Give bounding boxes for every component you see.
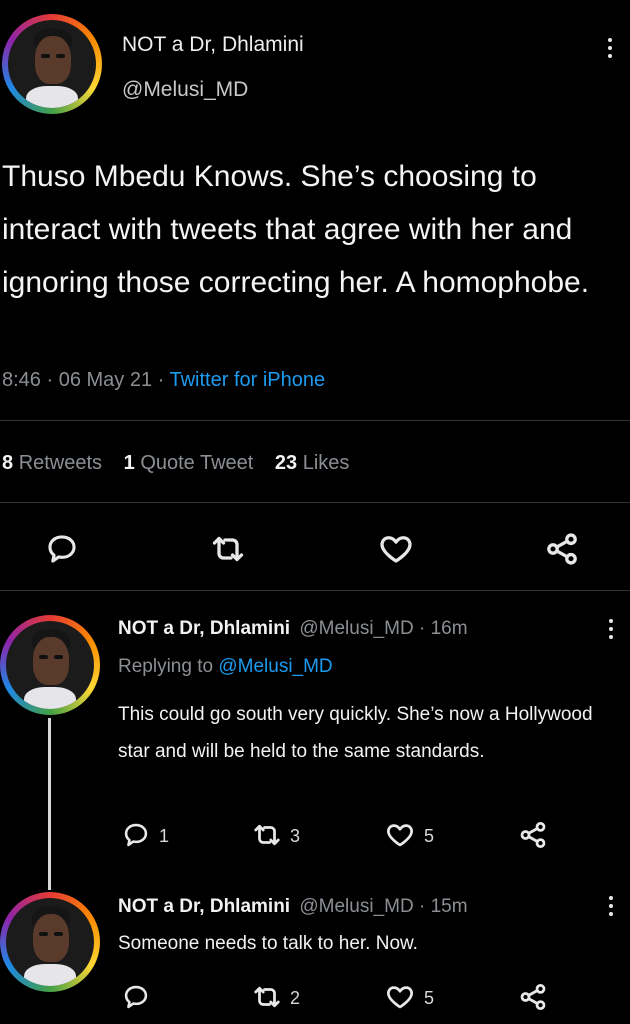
main-display-name[interactable]: NOT a Dr, Dhlamini [122, 33, 304, 57]
reply-display-name[interactable]: NOT a Dr, Dhlamini [118, 896, 290, 917]
more-icon[interactable] [609, 896, 613, 920]
retweet-icon[interactable] [252, 982, 282, 1012]
reply-text: Someone needs to talk to her. Now. [118, 933, 418, 954]
retweet-icon[interactable] [252, 820, 282, 850]
likes-stat[interactable]: 23 Likes [275, 452, 350, 474]
thread-line [48, 718, 51, 890]
divider [0, 420, 630, 421]
tweet-source-link[interactable]: Twitter for iPhone [170, 369, 326, 391]
likes-label: Likes [302, 452, 350, 474]
divider [0, 590, 630, 591]
reply-handle-time[interactable]: @Melusi_MD · 15m [299, 896, 467, 917]
tweet-meta: 8:46 · 06 May 21 · Twitter for iPhone [2, 369, 325, 392]
share-icon[interactable] [518, 982, 548, 1012]
retweets-stat[interactable]: 8 Retweets [2, 452, 108, 474]
likes-count: 23 [274, 452, 298, 474]
reply-icon[interactable] [122, 983, 150, 1011]
divider [0, 502, 630, 503]
share-icon[interactable] [544, 531, 580, 567]
engagement-stats: 8 Retweets 1 Quote Tweet 23 Likes [2, 452, 349, 475]
like-count: 5 [424, 826, 435, 846]
reply-avatar[interactable] [0, 892, 100, 992]
like-icon[interactable] [385, 982, 415, 1012]
reply-text: This could go south very quickly. She’s … [118, 704, 593, 762]
quotes-stat[interactable]: 1 Quote Tweet [124, 452, 259, 474]
quotes-count: 1 [123, 452, 135, 474]
retweets-count: 8 [2, 452, 14, 474]
replying-to-handle[interactable]: @Melusi_MD [218, 656, 332, 677]
reply-header: NOT a Dr, Dhlamini @Melusi_MD · 15m [118, 896, 468, 918]
main-avatar[interactable] [2, 14, 102, 114]
like-icon[interactable] [378, 531, 414, 567]
retweets-label: Retweets [18, 452, 103, 474]
reply-header: NOT a Dr, Dhlamini @Melusi_MD · 16m [118, 618, 468, 640]
replying-to: Replying to @Melusi_MD [118, 656, 333, 678]
reply-display-name[interactable]: NOT a Dr, Dhlamini [118, 618, 290, 639]
retweet-count: 2 [290, 988, 301, 1008]
reply-icon[interactable] [45, 532, 79, 566]
retweet-icon[interactable] [210, 531, 246, 567]
retweet-count: 3 [290, 826, 301, 846]
reply-handle-time[interactable]: @Melusi_MD · 16m [299, 618, 467, 639]
more-icon[interactable] [609, 619, 613, 643]
more-icon[interactable] [608, 38, 612, 62]
quotes-label: Quote Tweet [140, 452, 254, 474]
tweet-timestamp: 8:46 · 06 May 21 · [2, 369, 170, 391]
like-icon[interactable] [385, 820, 415, 850]
share-icon[interactable] [518, 820, 548, 850]
reply-count: 1 [159, 826, 170, 846]
reply-icon[interactable] [122, 821, 150, 849]
replying-to-label: Replying to [118, 656, 214, 677]
main-tweet-text: Thuso Mbedu Knows. She’s choosing to int… [2, 160, 590, 299]
like-count: 5 [424, 988, 435, 1008]
reply-avatar[interactable] [0, 615, 100, 715]
main-handle[interactable]: @Melusi_MD [122, 78, 248, 102]
